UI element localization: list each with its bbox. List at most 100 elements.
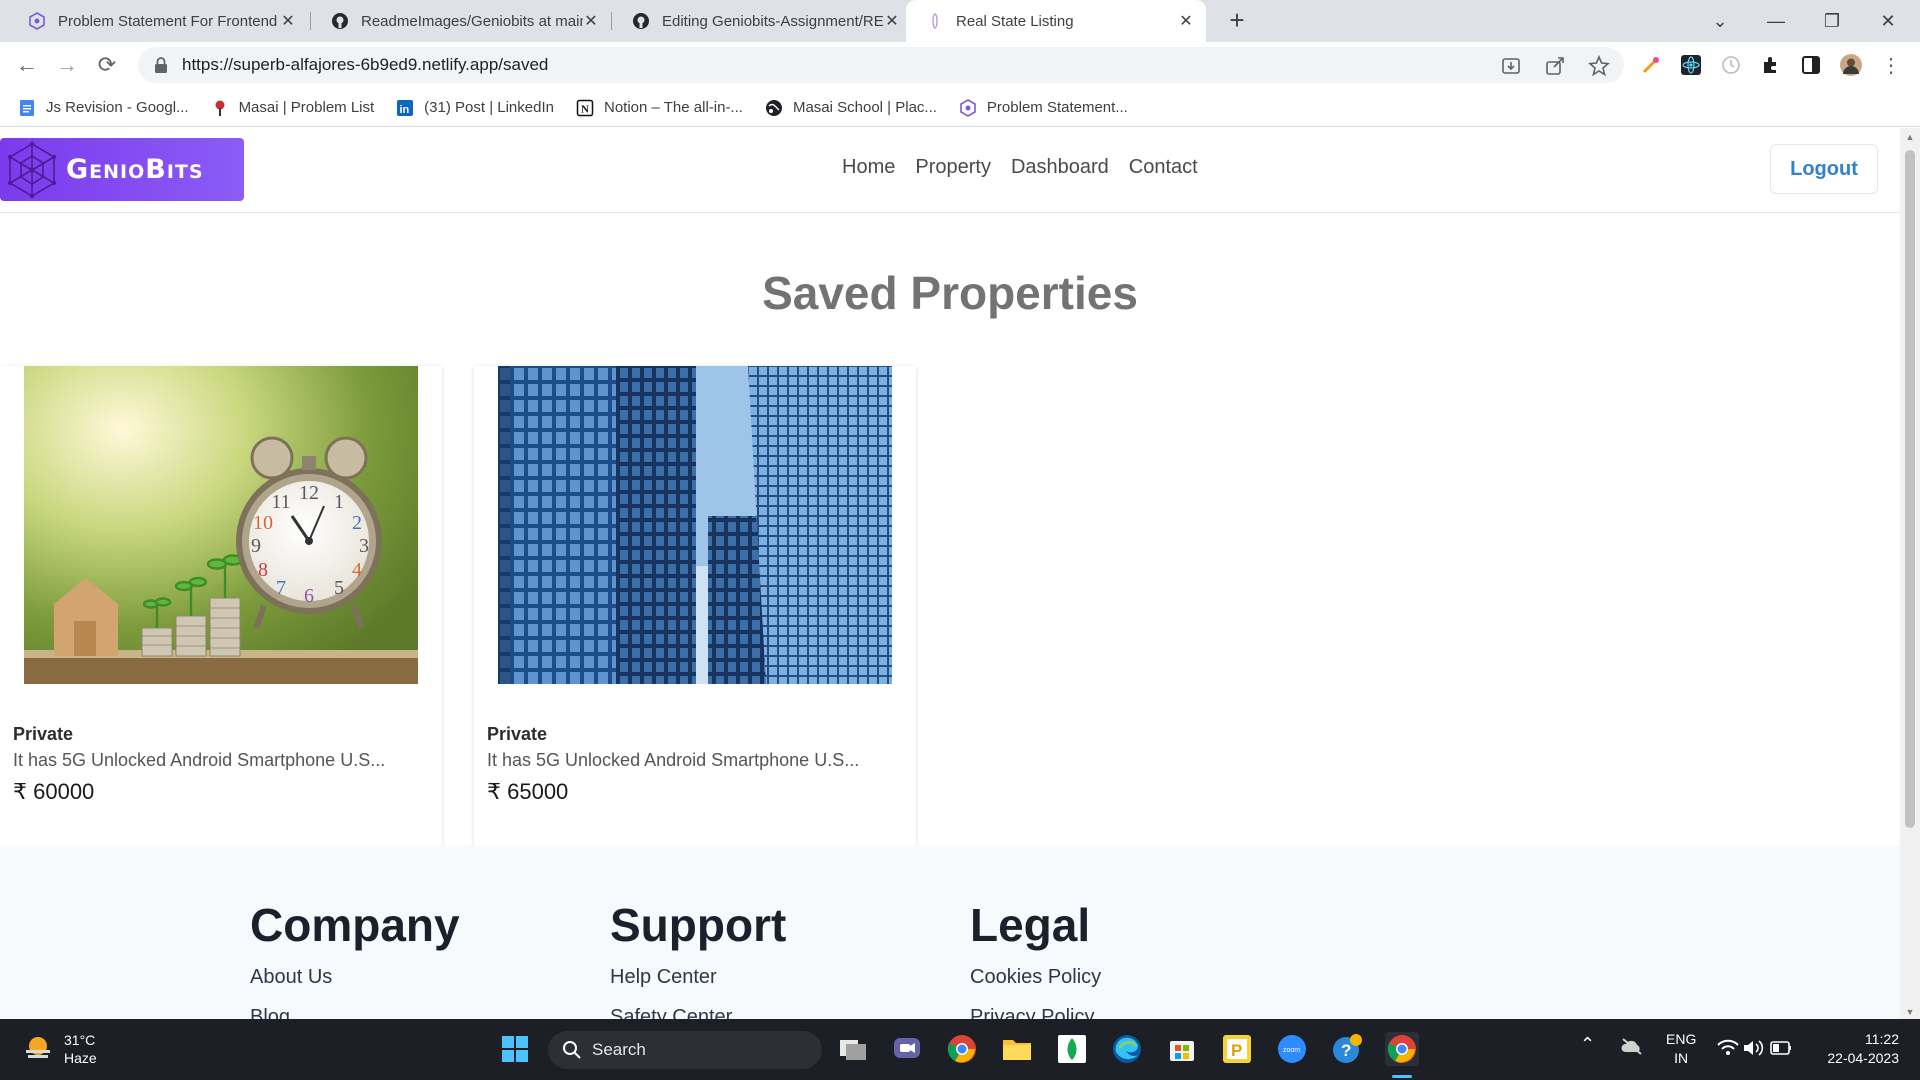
svg-text:6: 6 bbox=[304, 585, 314, 607]
footer-heading: Legal bbox=[970, 899, 1091, 951]
logout-button[interactable]: Logout bbox=[1770, 144, 1878, 194]
tab-close-icon[interactable]: ✕ bbox=[884, 11, 900, 31]
footer-link-safety-center[interactable]: Safety Center bbox=[610, 1006, 786, 1019]
property-card[interactable]: 12 1 2 345 678 9 10 11 Private It has 5G Unl… bbox=[0, 366, 442, 846]
volume-icon bbox=[1744, 1040, 1764, 1056]
postman-style-app-icon[interactable]: P bbox=[1220, 1032, 1254, 1066]
restore-button[interactable]: ❐ bbox=[1804, 0, 1860, 42]
taskbar-search[interactable]: Search bbox=[548, 1031, 822, 1069]
weather-widget[interactable]: 31°C Haze bbox=[22, 1031, 97, 1067]
page-scrollbar[interactable]: ▲ ▼ bbox=[1900, 128, 1920, 1019]
active-app-indicator bbox=[1392, 1075, 1412, 1078]
chrome-menu-icon[interactable]: ⋮ bbox=[1880, 54, 1902, 77]
property-type: Private bbox=[13, 724, 74, 744]
back-arrow-icon[interactable]: ← bbox=[12, 50, 42, 80]
property-description: It has 5G Unlocked Android Smartphone U.… bbox=[13, 750, 386, 770]
page-title: Saved Properties bbox=[762, 267, 1138, 319]
bookmark-problem-statement[interactable]: Problem Statement... bbox=[959, 98, 1128, 117]
bookmark-masai-problem-list[interactable]: Masai | Problem List bbox=[211, 99, 374, 117]
tab-close-icon[interactable]: ✕ bbox=[1178, 11, 1194, 31]
microsoft-store-icon[interactable] bbox=[1165, 1032, 1199, 1066]
language-indicator[interactable]: ENG IN bbox=[1666, 1030, 1696, 1068]
footer-link-about-us[interactable]: About Us bbox=[250, 966, 460, 989]
profile-avatar[interactable] bbox=[1840, 54, 1862, 76]
timer-extension-icon[interactable] bbox=[1720, 54, 1742, 76]
color-picker-extension-icon[interactable] bbox=[1640, 54, 1662, 76]
language-code: ENG bbox=[1666, 1031, 1697, 1047]
address-bar[interactable]: https://superb-alfajores-6b9ed9.netlify.… bbox=[138, 47, 1624, 83]
bookmark-label: Notion – The all-in-... bbox=[603, 99, 743, 116]
scroll-up-arrow-icon[interactable]: ▲ bbox=[1904, 132, 1916, 142]
site-header: GenioBits Home Property Dashboard Contac… bbox=[0, 128, 1900, 213]
nav-dashboard[interactable]: Dashboard bbox=[1011, 156, 1109, 179]
geniobits-icon bbox=[960, 98, 976, 117]
onedrive-offline-icon[interactable] bbox=[1620, 1037, 1644, 1060]
install-app-icon[interactable] bbox=[1500, 55, 1522, 77]
chrome-app-icon[interactable] bbox=[945, 1032, 979, 1066]
tray-overflow-chevron-icon[interactable]: ⌃ bbox=[1580, 1035, 1595, 1054]
tab-real-state-listing[interactable]: Real State Listing ✕ bbox=[906, 0, 1206, 42]
wifi-icon bbox=[1717, 1039, 1739, 1055]
reload-icon[interactable]: ⟳ bbox=[92, 50, 122, 80]
minimize-button[interactable]: — bbox=[1748, 0, 1804, 42]
svg-text:in: in bbox=[400, 104, 410, 116]
bookmark-label: Js Revision - Googl... bbox=[46, 99, 189, 116]
zoom-app-icon[interactable]: zoom bbox=[1275, 1032, 1309, 1066]
property-card[interactable]: Private It has 5G Unlocked Android Smart… bbox=[474, 366, 916, 846]
footer-link-help-center[interactable]: Help Center bbox=[610, 966, 786, 989]
footer-link-cookies-policy[interactable]: Cookies Policy bbox=[970, 966, 1101, 989]
react-devtools-extension-icon[interactable] bbox=[1680, 54, 1702, 76]
tab-editing-readme[interactable]: Editing Geniobits-Assignment/REA ✕ bbox=[612, 0, 912, 42]
search-icon bbox=[563, 1041, 581, 1059]
close-window-button[interactable]: ✕ bbox=[1860, 0, 1916, 42]
new-tab-button[interactable]: + bbox=[1222, 6, 1252, 36]
task-view-icon[interactable] bbox=[836, 1032, 870, 1066]
extensions-puzzle-icon[interactable] bbox=[1760, 54, 1782, 76]
property-image-clock-coins: 12 1 2 345 678 9 10 11 bbox=[24, 366, 418, 684]
nav-contact[interactable]: Contact bbox=[1129, 156, 1198, 179]
tab-close-icon[interactable]: ✕ bbox=[280, 11, 296, 31]
bookmark-star-icon[interactable] bbox=[1588, 55, 1610, 77]
scroll-thumb[interactable] bbox=[1905, 150, 1915, 828]
get-help-icon[interactable]: ? bbox=[1330, 1032, 1364, 1066]
bookmark-masai-placement[interactable]: Masai School | Plac... bbox=[765, 99, 937, 117]
side-panel-icon[interactable] bbox=[1800, 54, 1822, 76]
chrome-active-app-icon[interactable] bbox=[1385, 1032, 1419, 1066]
notion-icon: N bbox=[576, 99, 594, 116]
logo-network-icon bbox=[7, 141, 57, 198]
mongodb-compass-icon[interactable] bbox=[1055, 1032, 1089, 1066]
teams-chat-icon[interactable] bbox=[890, 1032, 924, 1066]
clock[interactable]: 11:22 22-04-2023 bbox=[1815, 1030, 1899, 1068]
tab-close-icon[interactable]: ✕ bbox=[583, 11, 599, 31]
nav-property[interactable]: Property bbox=[915, 156, 991, 179]
tab-search-chevron-icon[interactable]: ⌄ bbox=[1692, 0, 1748, 42]
svg-text:10: 10 bbox=[253, 512, 273, 534]
bookmark-linkedin[interactable]: in (31) Post | LinkedIn bbox=[396, 99, 554, 117]
clock-date: 22-04-2023 bbox=[1827, 1050, 1899, 1066]
bookmark-notion[interactable]: N Notion – The all-in-... bbox=[576, 99, 743, 117]
file-explorer-icon[interactable] bbox=[1000, 1032, 1034, 1066]
tab-readme-images[interactable]: ReadmeImages/Geniobits at main ✕ bbox=[311, 0, 611, 42]
scroll-down-arrow-icon[interactable]: ▼ bbox=[1904, 1007, 1916, 1017]
bookmark-js-revision[interactable]: Js Revision - Googl... bbox=[18, 99, 189, 117]
browser-tab-strip: Problem Statement For Frontend ✕ ReadmeI… bbox=[0, 0, 1920, 42]
edge-browser-icon[interactable] bbox=[1110, 1032, 1144, 1066]
search-label: Search bbox=[592, 1040, 646, 1059]
nav-home[interactable]: Home bbox=[842, 156, 895, 179]
network-status-icons[interactable] bbox=[1716, 1037, 1794, 1064]
forward-arrow-icon[interactable]: → bbox=[52, 50, 82, 80]
svg-text:1: 1 bbox=[334, 491, 344, 513]
footer-heading: Support bbox=[610, 899, 787, 951]
svg-text:?: ? bbox=[1341, 1041, 1351, 1060]
geniobits-logo[interactable]: GenioBits bbox=[0, 138, 244, 201]
share-icon[interactable] bbox=[1544, 55, 1566, 77]
clock-time: 11:22 bbox=[1865, 1031, 1899, 1047]
url-text: https://superb-alfajores-6b9ed9.netlify.… bbox=[182, 55, 549, 74]
region-code: IN bbox=[1674, 1050, 1689, 1066]
footer-link-privacy-policy[interactable]: Privacy Policy bbox=[970, 1006, 1101, 1019]
bookmark-label: Masai School | Plac... bbox=[792, 99, 937, 116]
svg-text:11: 11 bbox=[271, 491, 290, 513]
tab-problem-statement[interactable]: Problem Statement For Frontend ✕ bbox=[8, 0, 308, 42]
windows-start-icon[interactable] bbox=[498, 1032, 532, 1066]
footer-link-blog[interactable]: Blog bbox=[250, 1006, 460, 1019]
